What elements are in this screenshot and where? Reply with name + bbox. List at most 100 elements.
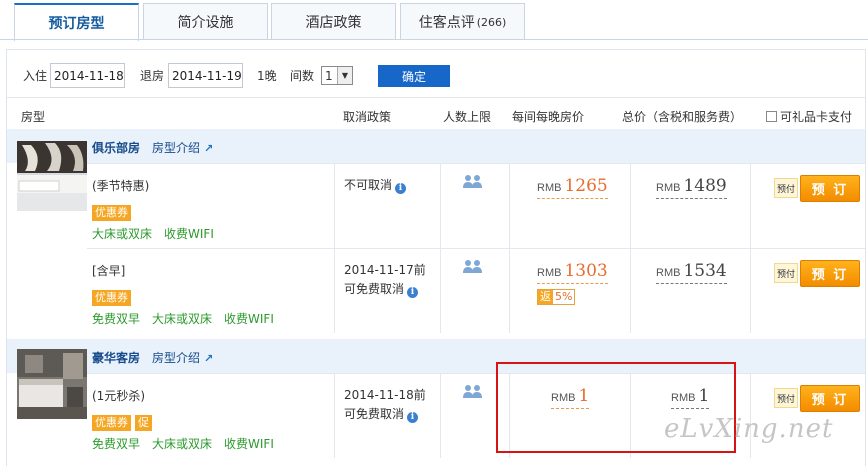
checkout-date-input[interactable]: 2014-11-19 <box>168 63 243 88</box>
booking-panel: 入住 2014-11-18 退房 2014-11-19 1晚 间数 1 ▼ 确定… <box>6 49 866 466</box>
room-name[interactable]: 俱乐部房 <box>92 139 140 156</box>
coupon-badge: 优惠券 <box>92 415 131 431</box>
col-divider <box>630 249 631 333</box>
prepay-tag: 预付 <box>774 388 798 408</box>
feature-breakfast: 免费双早 <box>92 312 141 326</box>
checkin-label: 入住 <box>23 69 48 83</box>
tab-label: 住客点评 <box>418 15 475 31</box>
checkout-label: 退房 <box>140 69 165 83</box>
tab-policy[interactable]: 酒店政策 <box>271 3 396 40</box>
feature-bed: 大床或双床 <box>152 437 213 451</box>
tab-bar: 预订房型 简介设施 酒店政策 住客点评 (266) <box>0 0 868 41</box>
policy-date: 2014-11-18前 <box>344 388 426 402</box>
nightly-price: RMB 1265 <box>537 176 608 199</box>
col-divider <box>750 164 751 248</box>
info-icon[interactable]: i <box>407 287 419 298</box>
total-price: RMB 1489 <box>656 176 727 199</box>
rebate-label: 返 <box>538 290 553 304</box>
rebate-badge: 返 5% <box>537 289 576 305</box>
rate-row: (季节特惠) 优惠券 大床或双床 收费WIFI 不可取消 i RMB 1265 RMB… <box>87 163 865 248</box>
col-divider <box>750 249 751 333</box>
book-button[interactable]: 预 订 <box>800 175 860 202</box>
currency: RMB <box>537 267 562 279</box>
promo-badge: 促 <box>135 415 152 431</box>
room-intro-link[interactable]: 房型介绍 ↗ <box>152 349 213 366</box>
tab-label: 简介设施 <box>177 15 234 31</box>
cancel-policy: 不可取消 i <box>344 176 407 195</box>
policy-text: 不可取消 <box>344 178 393 192</box>
nightly-price: RMB 1303 <box>537 261 608 284</box>
coupon-badge: 优惠券 <box>92 205 131 221</box>
review-count: (266) <box>476 15 507 29</box>
rate-features: 免费双早 大床或双床 收费WIFI <box>92 435 286 452</box>
rooms-label: 间数 <box>290 69 315 83</box>
col-divider <box>334 374 335 458</box>
gift-card-checkbox[interactable] <box>766 111 777 122</box>
feature-wifi: 收费WIFI <box>224 437 274 451</box>
external-link-icon: ↗ <box>204 142 214 155</box>
rate-features: 免费双早 大床或双床 收费WIFI <box>92 310 286 327</box>
policy-date: 2014-11-17前 <box>344 263 426 277</box>
col-divider <box>440 374 441 458</box>
room-intro-link[interactable]: 房型介绍 ↗ <box>152 139 213 156</box>
total-price: RMB 1534 <box>656 261 727 284</box>
price-value: 1534 <box>683 261 727 281</box>
col-nightly-price: 每间每晚房价 <box>512 110 585 124</box>
rate-title: (季节特惠) <box>92 179 150 193</box>
col-divider <box>334 249 335 333</box>
room-intro-label: 房型介绍 <box>152 141 201 155</box>
col-divider <box>440 249 441 333</box>
currency: RMB <box>656 267 681 279</box>
external-link-icon: ↗ <box>204 352 214 365</box>
tab-reviews[interactable]: 住客点评 (266) <box>400 3 525 40</box>
col-divider <box>509 249 510 333</box>
rate-title: [含早] <box>92 264 126 278</box>
room-name[interactable]: 豪华客房 <box>92 349 140 366</box>
book-button[interactable]: 预 订 <box>800 385 860 412</box>
info-icon[interactable]: i <box>395 183 407 194</box>
rebate-value: 5% <box>555 290 573 303</box>
room-thumbnail[interactable] <box>17 349 87 419</box>
price-value: 1489 <box>683 176 727 196</box>
col-cancel-policy: 取消政策 <box>343 110 392 124</box>
tab-booking[interactable]: 预订房型 <box>14 3 139 41</box>
people-icon <box>463 175 483 191</box>
people-icon <box>463 385 483 401</box>
price-value: 1303 <box>564 261 608 281</box>
prepay-tag: 预付 <box>774 263 798 283</box>
tab-label: 预订房型 <box>48 16 105 32</box>
tab-facilities[interactable]: 简介设施 <box>143 3 268 40</box>
coupon-badge: 优惠券 <box>92 290 131 306</box>
prepay-tag: 预付 <box>774 178 798 198</box>
policy-text: 可免费取消 <box>344 282 405 296</box>
col-divider <box>334 164 335 248</box>
room-thumbnail[interactable] <box>17 141 87 211</box>
info-icon[interactable]: i <box>407 412 419 423</box>
currency: RMB <box>537 182 562 194</box>
rooms-select[interactable]: 1 ▼ <box>321 66 353 85</box>
feature-bed: 大床或双床 <box>92 227 153 241</box>
room-header: 豪华客房 房型介绍 ↗ <box>7 339 865 373</box>
tabs-divider <box>0 39 868 40</box>
col-divider <box>509 164 510 248</box>
price-value: 1265 <box>564 176 608 196</box>
rate-row: [含早] 优惠券 免费双早 大床或双床 收费WIFI 2014-11-17前 可免费取… <box>87 248 865 333</box>
nights-count: 1晚 <box>257 69 277 83</box>
currency: RMB <box>656 182 681 194</box>
col-total-price: 总价（含税和服务费） <box>622 110 743 124</box>
col-gift-card: 可礼品卡支付 <box>766 108 852 125</box>
room-intro-label: 房型介绍 <box>152 351 201 365</box>
feature-wifi: 收费WIFI <box>224 312 274 326</box>
col-divider <box>630 164 631 248</box>
date-search-bar: 入住 2014-11-18 退房 2014-11-19 1晚 间数 1 ▼ 确定 <box>7 50 865 98</box>
chevron-down-icon: ▼ <box>337 67 352 84</box>
rate-features: 大床或双床 收费WIFI <box>92 225 226 242</box>
book-button[interactable]: 预 订 <box>800 260 860 287</box>
col-max-people: 人数上限 <box>443 110 492 124</box>
room-header: 俱乐部房 房型介绍 ↗ <box>7 129 865 163</box>
confirm-button[interactable]: 确定 <box>378 65 450 87</box>
feature-breakfast: 免费双早 <box>92 437 141 451</box>
rooms-select-value: 1 <box>325 69 333 83</box>
col-room-type: 房型 <box>21 110 46 124</box>
checkin-date-input[interactable]: 2014-11-18 <box>50 63 125 88</box>
